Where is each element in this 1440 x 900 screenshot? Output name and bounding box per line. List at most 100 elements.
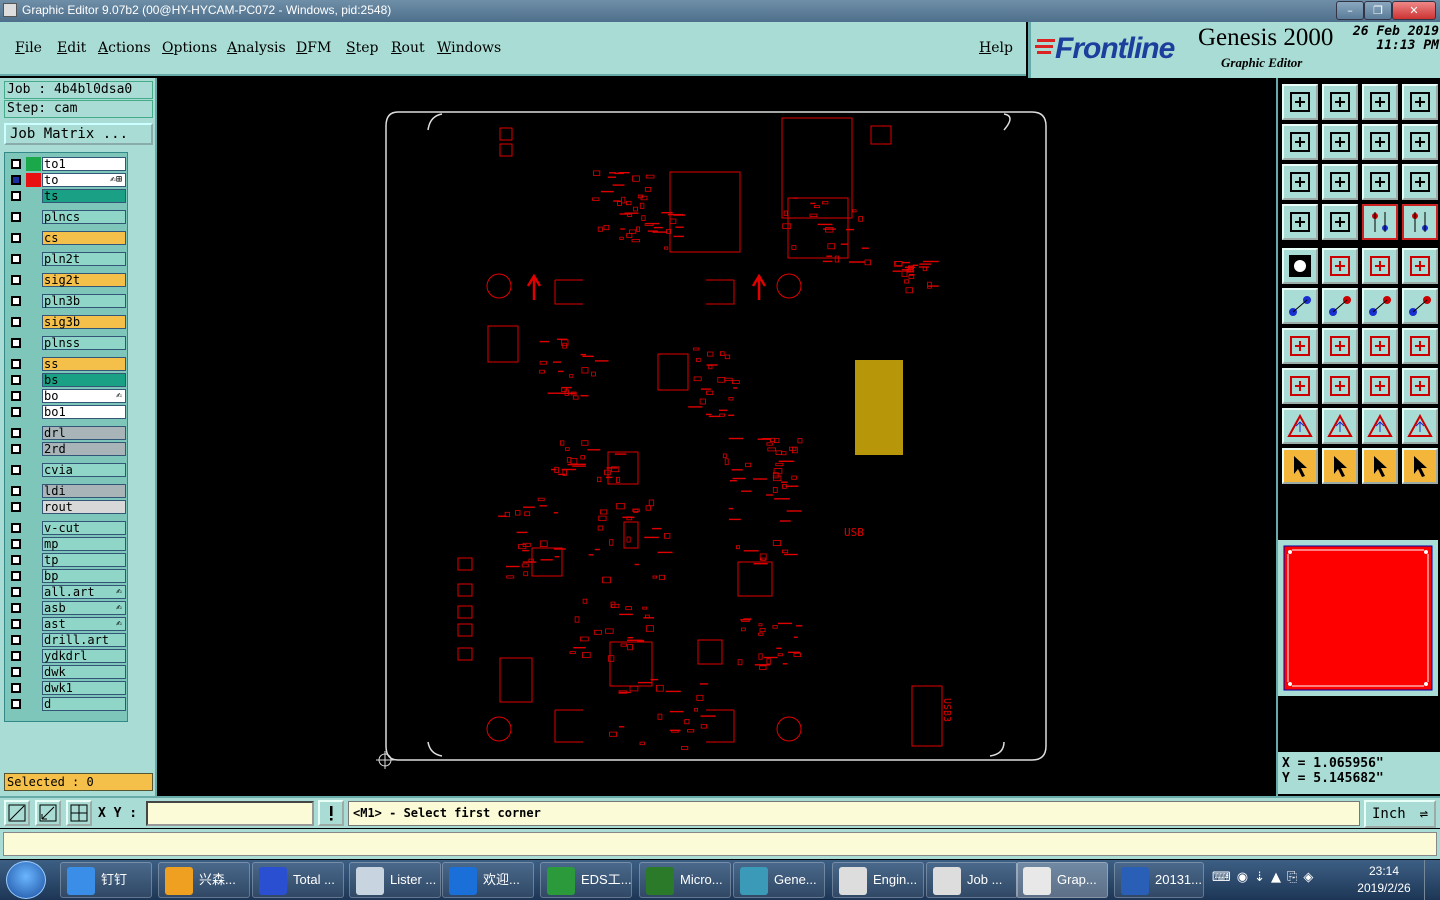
help-icon[interactable] [1402,164,1438,200]
taskbar-item[interactable]: Micro... [639,862,731,898]
layer-name[interactable]: rout [42,500,126,514]
scale-1-2-icon[interactable] [1362,164,1398,200]
select-box-icon[interactable] [1322,448,1358,484]
layer-checkbox[interactable] [11,635,21,645]
layer-name[interactable]: drl [42,426,126,440]
layer-row[interactable]: cvia [7,463,127,477]
layer-name[interactable]: d [42,697,126,711]
pointer-icon[interactable] [1282,448,1318,484]
layer-checkbox[interactable] [11,555,21,565]
layer-checkbox[interactable] [11,359,21,369]
layer-checkbox[interactable] [11,619,21,629]
taskbar-item[interactable]: Grap... [1016,862,1108,898]
layer-checkbox[interactable] [11,191,21,201]
layer-row[interactable]: ss [7,357,127,371]
layer-row[interactable]: plnss [7,336,127,350]
graphic-canvas[interactable]: USB USB3 [158,78,1276,794]
line-tool-icon[interactable] [1322,248,1358,284]
layer-row[interactable]: to ✍⊞ [7,173,127,187]
minimize-button[interactable]: – [1336,1,1364,20]
layer-checkbox[interactable] [11,428,21,438]
surface-tool-icon[interactable] [1282,408,1318,444]
layer-name[interactable]: ast ✍ [42,617,126,631]
layer-checkbox[interactable] [11,444,21,454]
measure-button[interactable] [35,800,61,826]
slope-icon[interactable] [1322,328,1358,364]
select-arrow-icon[interactable] [1362,448,1398,484]
layer-name[interactable]: mp [42,537,126,551]
layer-checkbox[interactable] [11,502,21,512]
layer-name[interactable]: to ✍⊞ [42,173,126,187]
zoom-home-icon[interactable] [1322,164,1358,200]
menu-options[interactable]: Options [162,40,217,56]
snap-settings-icon[interactable] [1282,204,1318,240]
undo-icon[interactable] [1362,124,1398,160]
surface-arc-icon[interactable] [1362,408,1398,444]
layer-row[interactable]: bp [7,569,127,583]
layer-checkbox[interactable] [11,159,21,169]
layer-name[interactable]: bo1 [42,405,126,419]
layer-row[interactable]: to1 [7,157,127,171]
layer-row[interactable]: all.art ✍ [7,585,127,599]
pcb-drawing[interactable]: USB USB3 [158,78,1276,794]
layer-color-swatch[interactable] [26,157,41,171]
layer-checkbox[interactable] [11,465,21,475]
layer-name[interactable]: bs [42,373,126,387]
start-button[interactable] [6,861,46,899]
layer-row[interactable]: d [7,697,127,711]
system-clock[interactable]: 23:14 2019/2/26 [1352,863,1416,897]
layer-row[interactable]: sig2t [7,273,127,287]
taskbar-item[interactable]: Job ... [926,862,1018,898]
layer-name[interactable]: cs [42,231,126,245]
layer-row[interactable]: ldi [7,484,127,498]
layer-row[interactable]: ast ✍ [7,617,127,631]
layer-checkbox[interactable] [11,571,21,581]
layer-checkbox[interactable] [11,683,21,693]
rotate-icon[interactable] [1362,328,1398,364]
pan-right-icon[interactable] [1322,124,1358,160]
layer-name[interactable]: cvia [42,463,126,477]
redo-icon[interactable] [1402,124,1438,160]
circle-tool-icon[interactable] [1402,248,1438,284]
layer-checkbox[interactable] [11,539,21,549]
layer-checkbox[interactable] [11,296,21,306]
overview-thumbnail[interactable] [1278,540,1438,696]
fit-screen-icon[interactable] [1282,164,1318,200]
taskbar-item[interactable]: Total ... [252,862,344,898]
menu-rout[interactable]: Rout [391,40,425,56]
layer-name[interactable]: ts [42,189,126,203]
pad-tool-icon[interactable] [1282,248,1318,284]
layer-row[interactable]: 2rd [7,442,127,456]
home-icon[interactable] [1362,84,1398,120]
layer-checkbox[interactable] [11,587,21,597]
delete-node-icon[interactable] [1322,288,1358,324]
layer-checkbox[interactable] [11,275,21,285]
layer-row[interactable]: drill.art [7,633,127,647]
extend-icon[interactable] [1402,288,1438,324]
layer-name[interactable]: tp [42,553,126,567]
layer-checkbox[interactable] [11,254,21,264]
layer-name[interactable]: asb ✍ [42,601,126,615]
layer-row[interactable]: pln2t [7,252,127,266]
layer-row[interactable]: cs [7,231,127,245]
layer-name[interactable]: pln2t [42,252,126,266]
layer-checkbox[interactable] [11,317,21,327]
layer-checkbox[interactable] [11,486,21,496]
layer-name[interactable]: drill.art [42,633,126,647]
resize-icon[interactable] [1362,368,1398,404]
taskbar-item[interactable]: 欢迎... [442,862,534,898]
layer-name[interactable]: pln3b [42,294,126,308]
layer-name[interactable]: bp [42,569,126,583]
pan-left-icon[interactable] [1282,124,1318,160]
connect-icon[interactable] [1362,288,1398,324]
menu-help[interactable]: Help [979,40,1013,56]
layer-checkbox[interactable] [11,667,21,677]
save-icon[interactable] [1322,84,1358,120]
mirror-icon[interactable] [1402,328,1438,364]
angle-icon[interactable] [1282,328,1318,364]
layer-display-icon[interactable] [1362,204,1398,240]
layer-checkbox[interactable] [11,699,21,709]
layer-name[interactable]: bo ✍ [42,389,126,403]
grid-button[interactable] [66,800,92,826]
layer-checkbox[interactable] [11,523,21,533]
